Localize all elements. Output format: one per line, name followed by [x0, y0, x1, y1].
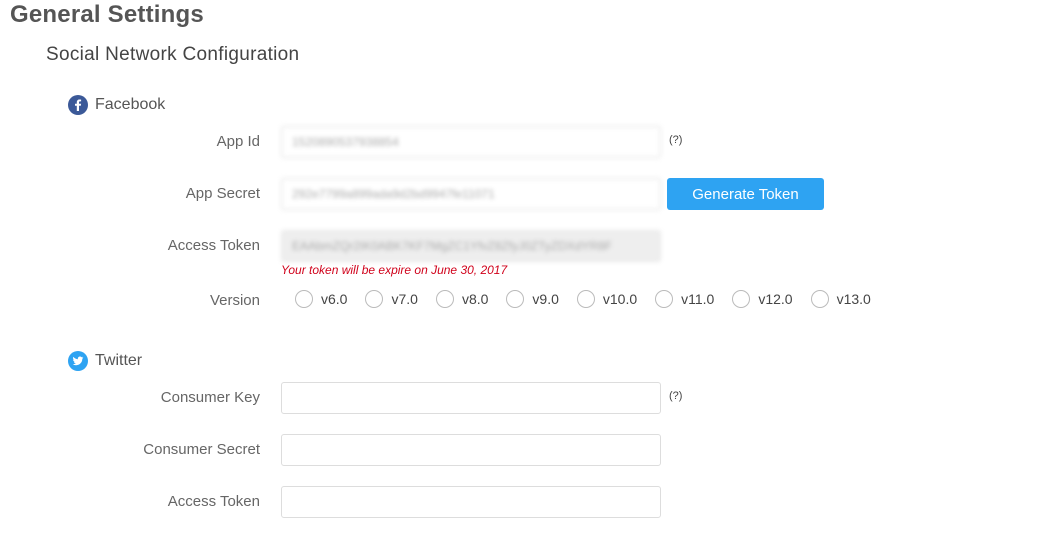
radio-circle[interactable]	[810, 290, 829, 308]
version-option-v8[interactable]: v8.0	[435, 290, 489, 308]
version-option-label: v12.0	[758, 291, 793, 307]
twitter-title: Twitter	[95, 352, 143, 369]
facebook-title: Facebook	[95, 96, 166, 113]
facebook-access-token-label: Access Token	[167, 237, 260, 254]
radio-circle[interactable]	[576, 290, 595, 308]
consumer-secret-input[interactable]	[281, 434, 661, 466]
consumer-secret-label: Consumer Secret	[143, 441, 260, 458]
version-option-v10[interactable]: v10.0	[576, 290, 638, 308]
consumer-key-input[interactable]	[281, 382, 661, 414]
version-option-label: v13.0	[836, 291, 871, 307]
twitter-header: Twitter	[68, 351, 142, 371]
app-id-label: App Id	[216, 133, 260, 150]
version-option-label: v10.0	[602, 291, 638, 307]
radio-circle[interactable]	[506, 290, 525, 308]
consumer-key-help[interactable]: (?)	[669, 390, 682, 402]
consumer-key-label: Consumer Key	[160, 389, 260, 406]
radio-circle[interactable]	[365, 290, 384, 308]
twitter-icon	[68, 351, 88, 371]
section-title: Social Network Configuration	[46, 44, 300, 65]
version-label: Version	[209, 292, 260, 309]
version-option-v6[interactable]: v6.0	[295, 290, 347, 308]
radio-circle[interactable]	[295, 290, 313, 308]
radio-circle[interactable]	[732, 290, 751, 308]
version-option-v11[interactable]: v11.0	[655, 290, 714, 308]
version-option-label: v9.0	[532, 291, 559, 307]
twitter-access-token-input[interactable]	[281, 486, 661, 518]
generate-token-button[interactable]: Generate Token	[667, 178, 824, 210]
radio-circle[interactable]	[435, 290, 454, 308]
version-option-v13[interactable]: v13.0	[810, 290, 871, 308]
token-expiry-message: Your token will be expire on June 30, 20…	[281, 263, 508, 277]
version-option-v12[interactable]: v12.0	[732, 290, 793, 308]
version-option-label: v8.0	[461, 291, 489, 307]
facebook-icon	[68, 95, 88, 115]
facebook-header: Facebook	[68, 95, 165, 115]
radio-circle[interactable]	[655, 290, 674, 308]
version-option-label: v6.0	[321, 291, 348, 307]
version-option-label: v11.0	[681, 291, 715, 307]
app-secret-label: App Secret	[185, 185, 260, 202]
app-id-input[interactable]	[281, 126, 661, 158]
page-title: General Settings	[10, 1, 204, 28]
version-option-label: v7.0	[391, 291, 418, 307]
version-option-v9[interactable]: v9.0	[506, 290, 559, 308]
version-radio-group: v6.0 v7.0 v8.0 v9.0 v10.0 v11.0 v12.0 v1…	[295, 290, 871, 308]
twitter-access-token-label: Access Token	[167, 493, 260, 510]
app-secret-input[interactable]	[281, 178, 661, 210]
version-option-v7[interactable]: v7.0	[365, 290, 418, 308]
app-id-help[interactable]: (?)	[669, 134, 682, 146]
facebook-access-token-input	[281, 230, 661, 262]
